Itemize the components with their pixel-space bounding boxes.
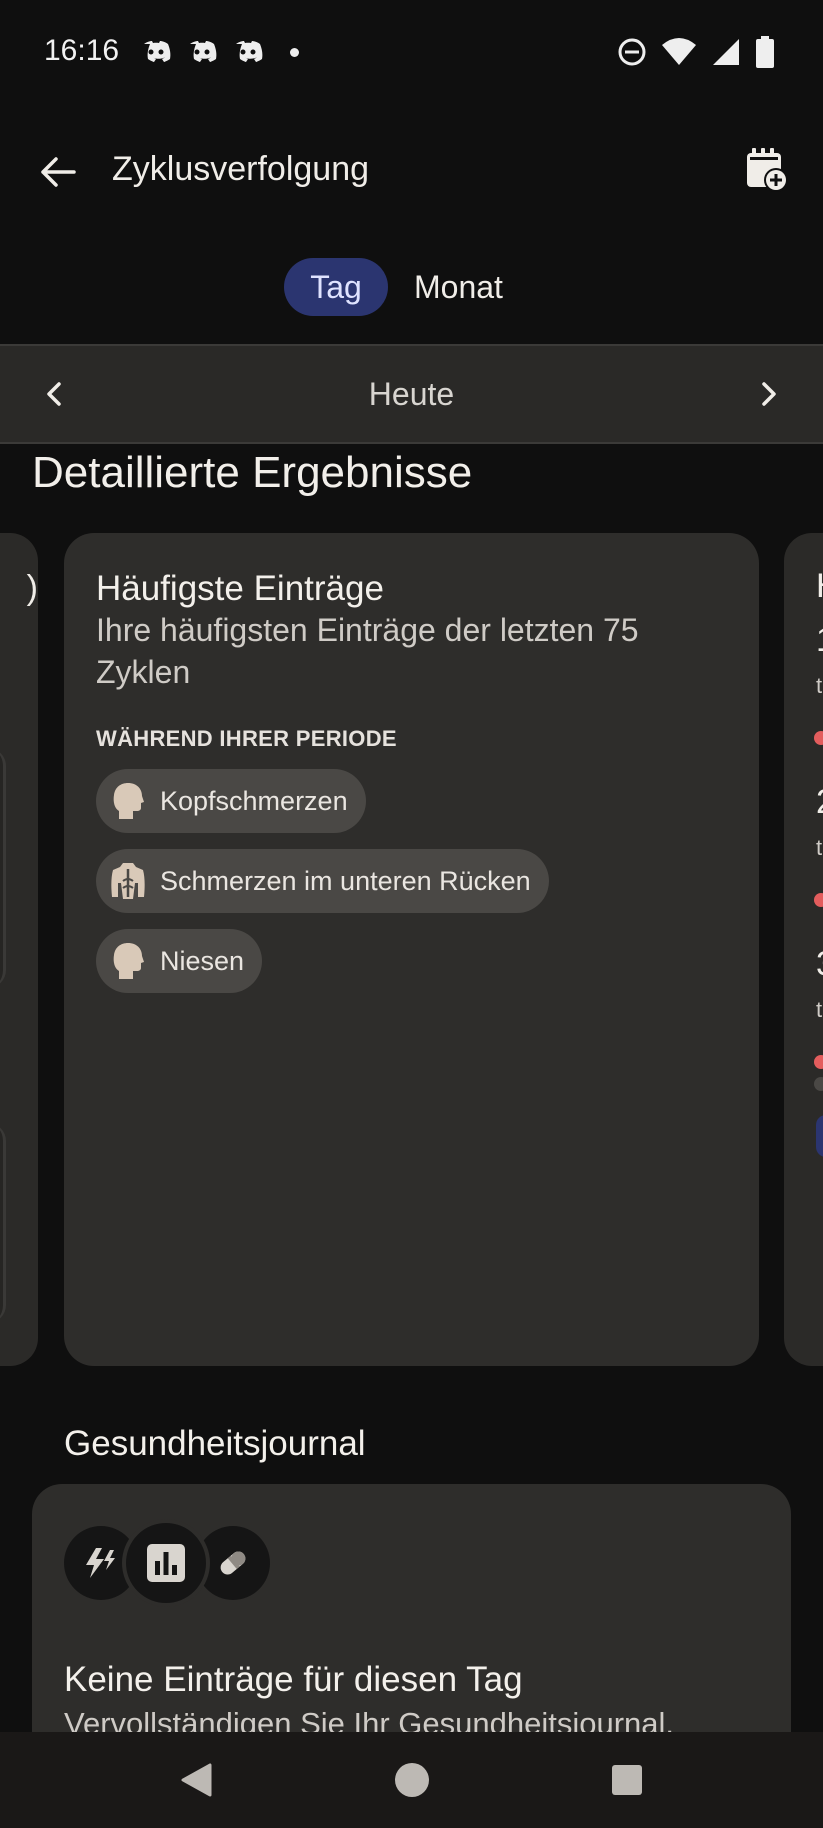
card-next-item-text: t [816, 997, 823, 1022]
back-button[interactable] [30, 144, 86, 200]
card-next-item-text: t [816, 835, 823, 860]
tab-month[interactable]: Monat [414, 258, 503, 316]
chevron-right-icon [762, 382, 776, 406]
discord-icon [236, 41, 263, 62]
section-title-health-journal: Gesundheitsjournal [64, 1424, 366, 1463]
head-icon [108, 781, 148, 821]
journal-empty-title: Keine Einträge für diesen Tag [64, 1660, 523, 1699]
nav-back-button[interactable] [172, 1756, 220, 1804]
card-next-item-number: 1 [816, 621, 823, 660]
tab-day[interactable]: Tag [284, 258, 388, 316]
chip-label: Kopfschmerzen [160, 785, 348, 816]
arrow-back-icon [41, 157, 76, 187]
chip-label: Niesen [160, 945, 245, 976]
calendar-add-icon [747, 148, 788, 192]
do-not-disturb-icon [618, 38, 646, 66]
wifi-icon [662, 38, 696, 65]
discord-icon [144, 41, 171, 62]
back-icon [108, 861, 148, 901]
card-subtitle: Ihre häufigsten Einträge der letzten 75 … [96, 612, 639, 690]
status-bar: 16:16 [0, 0, 823, 104]
head-icon [108, 941, 148, 981]
discord-icon [190, 41, 217, 62]
card-next-item-dot [814, 1077, 823, 1091]
card-caption: WÄHREND IHRER PERIODE [96, 726, 397, 751]
system-icons [617, 36, 775, 68]
battery-icon [756, 36, 774, 68]
card-next-item-number: 3 [816, 945, 823, 984]
symptom-chip[interactable]: Kopfschmerzen [96, 769, 366, 833]
results-card-next[interactable]: H 1 t 2 t 3 t [784, 533, 823, 1366]
card-next-item-number: 2 [816, 783, 823, 822]
symptom-chip[interactable]: Schmerzen im unteren Rücken [96, 849, 549, 913]
card-previous-block [0, 1123, 6, 1323]
signal-icon [713, 39, 739, 65]
nav-home-button[interactable] [388, 1756, 436, 1804]
triangle-back-icon [181, 1763, 212, 1797]
add-calendar-entry-button[interactable] [739, 142, 795, 198]
chart-icon [122, 1519, 210, 1607]
status-time: 16:16 [44, 34, 120, 67]
next-day-button[interactable] [743, 368, 795, 420]
chip-label: Schmerzen im unteren Rücken [160, 865, 531, 896]
more-notifications-dot [290, 47, 299, 57]
health-journal-card[interactable]: Keine Einträge für diesen Tag Vervollstä… [32, 1484, 791, 1764]
card-next-item-dot [814, 893, 823, 907]
symptom-chip[interactable]: Niesen [96, 929, 263, 993]
results-card-previous[interactable]: ) [0, 533, 38, 1366]
card-next-item-dot [814, 1055, 823, 1069]
nav-recents-button[interactable] [603, 1756, 651, 1804]
card-next-heading: H [816, 567, 823, 606]
card-title: Häufigste Einträge [96, 569, 384, 608]
card-next-item-dot [814, 731, 823, 745]
system-navigation-bar [0, 1732, 823, 1828]
card-next-item-text: t [816, 673, 823, 698]
card-previous-block [0, 748, 6, 988]
view-toggle: Tag Monat [0, 258, 823, 318]
notification-icons [140, 38, 299, 66]
most-frequent-entries-card: Häufigste Einträge Ihre häufigsten Eintr… [64, 533, 759, 1366]
circle-home-icon [395, 1763, 429, 1797]
card-next-button[interactable] [816, 1115, 823, 1157]
date-navigator: Heute [0, 344, 823, 444]
square-recents-icon [612, 1765, 642, 1795]
section-title-detailed-results: Detaillierte Ergebnisse [32, 448, 473, 497]
app-bar: Zyklusverfolgung [0, 104, 823, 232]
card-previous-glyph: ) [26, 569, 38, 607]
page-title: Zyklusverfolgung [112, 150, 370, 188]
current-date-label: Heute [368, 376, 455, 412]
